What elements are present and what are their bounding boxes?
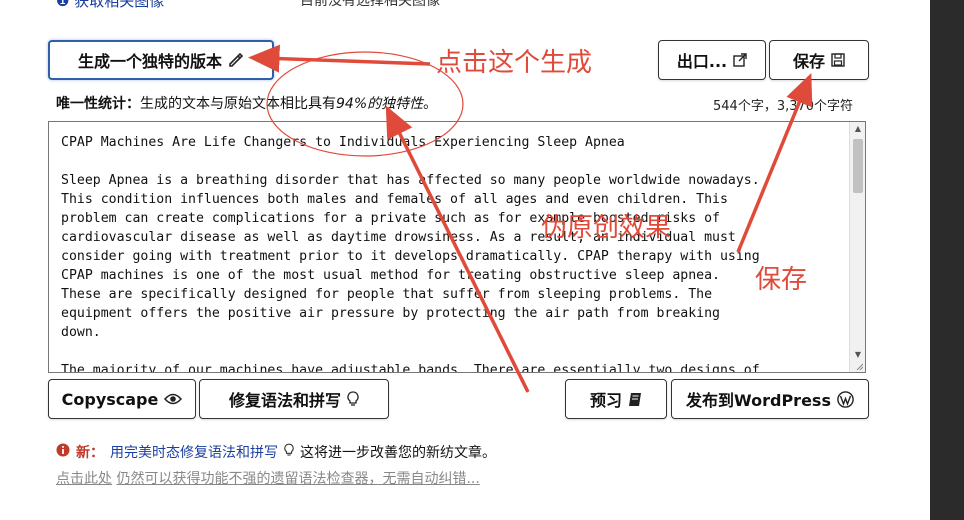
arrow-to-generate — [248, 44, 431, 73]
arrow-to-save — [736, 73, 813, 253]
annotation-pseudo-original: 伪原创效果 — [541, 213, 672, 243]
annotation-click-generate: 点击这个生成 — [436, 48, 593, 78]
arrow-to-stats — [385, 105, 530, 393]
annotation-save: 保存 — [755, 265, 808, 295]
highlight-ellipse — [266, 51, 464, 157]
